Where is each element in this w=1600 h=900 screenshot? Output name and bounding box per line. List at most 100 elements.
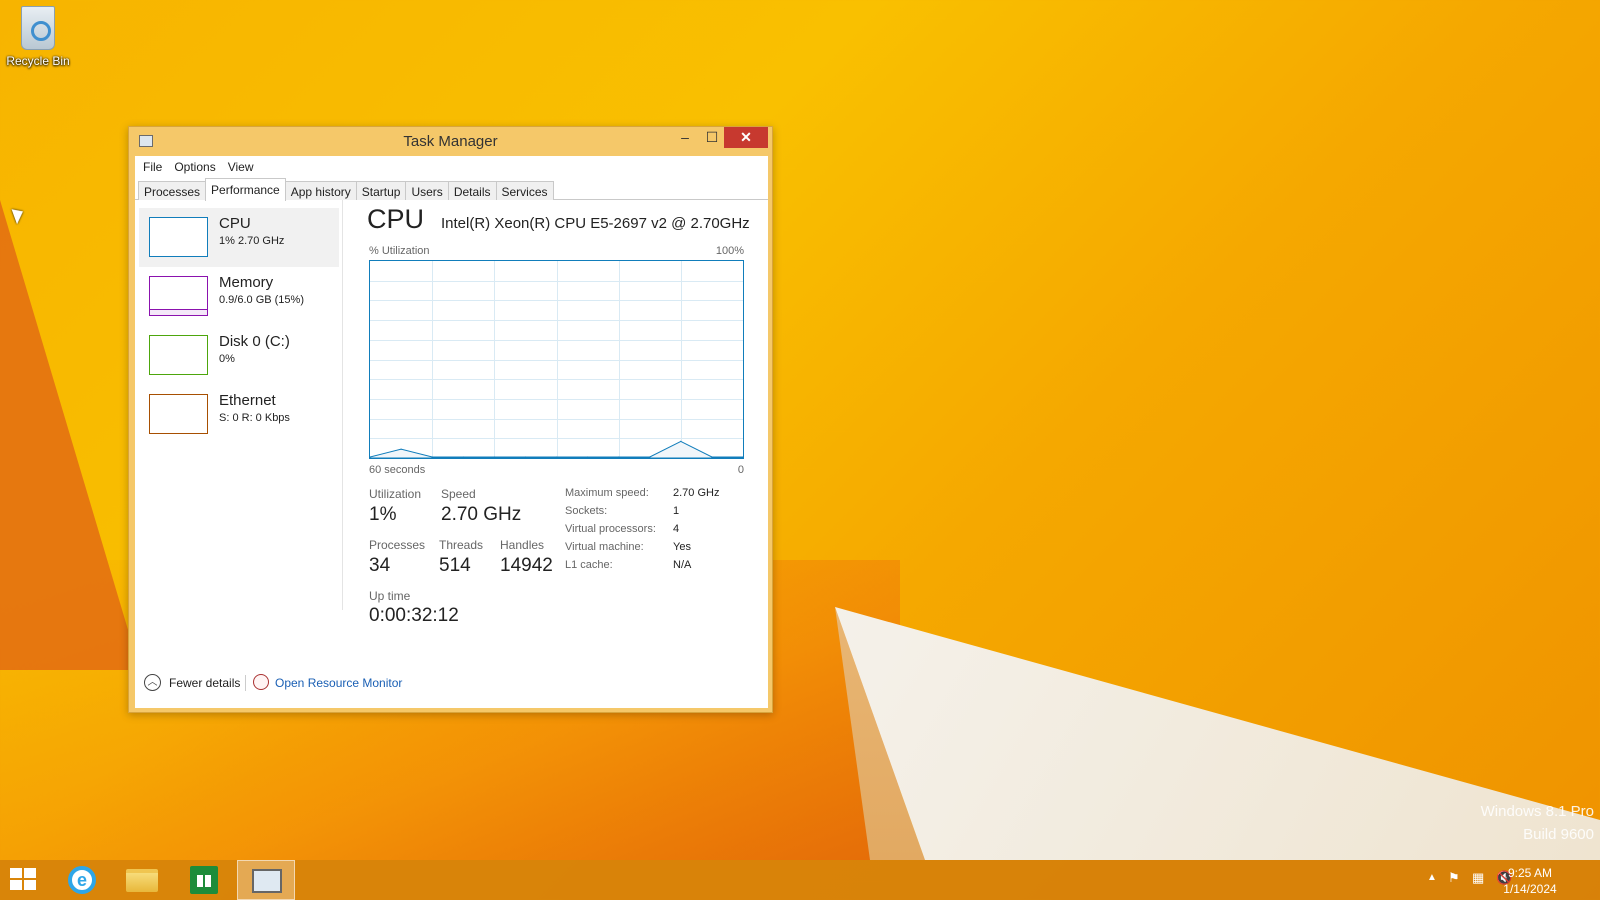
tab-startup[interactable]: Startup	[355, 181, 407, 200]
uptime-value: 0:00:32:12	[369, 605, 459, 626]
tab-users[interactable]: Users	[405, 181, 449, 200]
cpu-utilization-point	[680, 440, 682, 442]
disk-thumbnail-graph	[149, 335, 208, 375]
window-footer: ︿ Fewer details Open Resource Monitor	[135, 661, 768, 701]
sidebar-item-value: 1% 2.70 GHz	[219, 235, 285, 247]
menu-view[interactable]: View	[226, 156, 260, 178]
virtual-processors-label: Virtual processors:	[565, 523, 656, 535]
sidebar-item-ethernet[interactable]: Ethernet S: 0 R: 0 Kbps	[139, 385, 339, 444]
menu-bar: File Options View	[135, 156, 768, 178]
cpu-utilization-graph	[369, 260, 744, 459]
taskbar: e ▲ ⚑ ▦ 🔇 9:25 AM 1/14/2024	[0, 860, 1600, 900]
resource-monitor-icon[interactable]	[253, 674, 269, 690]
virtual-machine-label: Virtual machine:	[565, 541, 644, 553]
sidebar-item-cpu[interactable]: CPU 1% 2.70 GHz	[139, 208, 339, 267]
sidebar-item-value: S: 0 R: 0 Kbps	[219, 412, 290, 424]
taskbar-store[interactable]	[174, 860, 232, 900]
sockets-label: Sockets:	[565, 505, 608, 517]
time-axis-label: 60 seconds	[369, 464, 426, 476]
sidebar-divider[interactable]	[342, 200, 343, 610]
close-button[interactable]: ✕	[724, 127, 768, 148]
utilization-value: 1%	[369, 504, 397, 525]
processes-label: Processes	[369, 538, 426, 552]
taskbar-clock[interactable]: 9:25 AM 1/14/2024	[1500, 865, 1560, 897]
maximize-button[interactable]: ☐	[701, 127, 723, 148]
chevron-up-icon[interactable]: ︿	[144, 674, 161, 691]
cpu-utilization-point	[400, 448, 402, 450]
watermark-edition: Windows 8.1 Pro	[1480, 803, 1594, 820]
taskbar-task-manager[interactable]	[237, 860, 295, 900]
sidebar-item-value: 0%	[219, 353, 235, 365]
processes-value: 34	[369, 555, 391, 576]
speed-value: 2.70 GHz	[441, 504, 522, 525]
tab-processes[interactable]: Processes	[138, 181, 207, 200]
threads-label: Threads	[439, 538, 484, 552]
tab-strip: Processes Performance App history Startu…	[135, 178, 768, 201]
virtual-processors-value: 4	[673, 523, 680, 535]
virtual-machine-value: Yes	[673, 541, 691, 553]
tab-details[interactable]: Details	[447, 181, 497, 200]
windows-build-watermark: Windows 8.1 Pro Build 9600	[1481, 800, 1594, 846]
open-resource-monitor-link[interactable]: Open Resource Monitor	[275, 676, 402, 690]
memory-thumbnail-graph	[149, 276, 208, 316]
show-hidden-icons-icon[interactable]: ▲	[1427, 872, 1437, 900]
sidebar-item-disk[interactable]: Disk 0 (C:) 0%	[139, 326, 339, 385]
tab-app-history[interactable]: App history	[284, 181, 357, 200]
start-icon	[10, 868, 38, 892]
task-manager-icon	[252, 869, 282, 893]
handles-value: 14942	[500, 555, 553, 576]
sidebar-item-label: Memory	[219, 274, 274, 291]
sidebar-item-label: CPU	[219, 215, 251, 232]
clock-date: 1/14/2024	[1503, 882, 1557, 896]
cpu-utilization-point	[493, 456, 495, 458]
sidebar-item-label: Ethernet	[219, 392, 276, 409]
cpu-heading: CPU	[367, 204, 425, 234]
title-bar[interactable]: Task Manager – ☐ ✕	[129, 127, 772, 155]
recycle-bin-icon	[21, 6, 55, 50]
threads-value: 514	[439, 555, 471, 576]
menu-options[interactable]: Options	[172, 156, 221, 178]
time-axis-end: 0	[737, 464, 744, 476]
wallpaper-shape	[0, 200, 140, 670]
cpu-utilization-point	[618, 456, 620, 458]
cpu-model-name: Intel(R) Xeon(R) CPU E5-2697 v2 @ 2.70GH…	[441, 215, 750, 232]
watermark-build: Build 9600	[1523, 826, 1594, 843]
start-button[interactable]	[0, 860, 58, 900]
cpu-utilization-point	[524, 456, 526, 458]
tab-performance[interactable]: Performance	[205, 178, 286, 201]
utilization-axis-max: 100%	[715, 245, 744, 257]
l1-cache-label: L1 cache:	[565, 559, 613, 571]
cpu-utilization-series	[370, 440, 743, 458]
max-speed-value: 2.70 GHz	[673, 487, 720, 499]
speed-label: Speed	[441, 487, 476, 501]
sidebar-item-memory[interactable]: Memory 0.9/6.0 GB (15%)	[139, 267, 339, 326]
desktop-icon-label: Recycle Bin	[6, 54, 70, 68]
resource-sidebar: CPU 1% 2.70 GHz Memory 0.9/6.0 GB (15%) …	[139, 208, 339, 444]
store-icon	[190, 866, 218, 894]
network-icon[interactable]: ▦	[1472, 870, 1484, 900]
desktop-icon-recycle-bin[interactable]: Recycle Bin	[6, 6, 70, 68]
cpu-utilization-point	[649, 456, 651, 458]
cpu-utilization-point	[711, 456, 713, 458]
l1-cache-value: N/A	[673, 559, 692, 571]
sidebar-item-value: 0.9/6.0 GB (15%)	[219, 294, 304, 306]
taskbar-internet-explorer[interactable]: e	[52, 860, 110, 900]
sidebar-item-label: Disk 0 (C:)	[219, 333, 290, 350]
menu-file[interactable]: File	[141, 156, 168, 178]
internet-explorer-icon: e	[68, 866, 96, 894]
minimize-button[interactable]: –	[674, 127, 696, 148]
utilization-axis-label: % Utilization	[369, 245, 430, 257]
action-center-flag-icon[interactable]: ⚑	[1448, 870, 1460, 900]
fewer-details-button[interactable]: Fewer details	[169, 676, 240, 690]
cpu-utilization-point	[462, 456, 464, 458]
window-client-area: File Options View Processes Performance …	[135, 156, 768, 708]
utilization-label: Utilization	[369, 487, 422, 501]
taskbar-file-explorer[interactable]	[112, 860, 170, 900]
tab-services[interactable]: Services	[495, 181, 554, 200]
clock-time: 9:25 AM	[1507, 866, 1553, 880]
uptime-label: Up time	[369, 589, 411, 603]
cpu-utilization-point	[587, 456, 589, 458]
task-manager-window: Task Manager – ☐ ✕ File Options View Pro…	[128, 126, 773, 713]
performance-panel: CPU 1% 2.70 GHz Memory 0.9/6.0 GB (15%) …	[135, 200, 768, 660]
cpu-utilization-point	[555, 456, 558, 458]
